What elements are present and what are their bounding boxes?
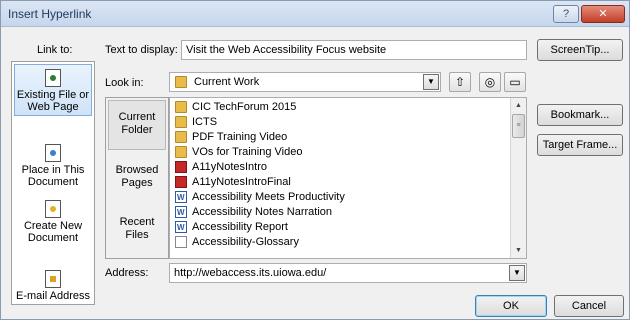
pdf-file-icon bbox=[175, 176, 187, 188]
email-icon bbox=[45, 270, 61, 288]
list-item[interactable]: Accessibility Meets Productivity bbox=[172, 191, 510, 204]
file-name: A11yNotesIntro bbox=[192, 161, 268, 173]
insert-hyperlink-dialog: Insert Hyperlink ? ✕ Link to: Text to di… bbox=[0, 0, 630, 320]
text-to-display-input[interactable]: Visit the Web Accessibility Focus websit… bbox=[181, 40, 527, 60]
list-item[interactable]: Accessibility Report bbox=[172, 221, 510, 234]
file-list-scrollbar[interactable]: ▲ ≡ ▼ bbox=[510, 98, 526, 258]
link-to-item-label: Existing File or Web Page bbox=[16, 89, 90, 113]
word-file-icon bbox=[175, 191, 187, 204]
file-name: Accessibility Report bbox=[192, 221, 288, 233]
up-folder-icon: ⇧ bbox=[454, 75, 466, 89]
folder-icon bbox=[175, 131, 187, 143]
look-in-label: Look in: bbox=[105, 77, 144, 89]
file-name: Accessibility Meets Productivity bbox=[192, 191, 345, 203]
folder-icon bbox=[175, 76, 187, 88]
file-name: VOs for Training Video bbox=[192, 146, 303, 158]
ok-button[interactable]: OK bbox=[475, 295, 547, 317]
existing-file-icon bbox=[45, 69, 61, 87]
screentip-button[interactable]: ScreenTip... bbox=[537, 39, 623, 61]
target-frame-button[interactable]: Target Frame... bbox=[537, 134, 623, 156]
chevron-down-icon: ▼ bbox=[509, 265, 525, 281]
nav-current-folder[interactable]: Current Folder bbox=[108, 100, 166, 150]
link-to-label: Link to: bbox=[37, 44, 73, 56]
list-item[interactable]: A11yNotesIntro bbox=[172, 161, 510, 174]
place-in-document-icon bbox=[45, 144, 61, 162]
word-file-icon bbox=[175, 221, 187, 234]
file-name: Accessibility-Glossary bbox=[192, 236, 299, 248]
list-item[interactable]: CIC TechForum 2015 bbox=[172, 101, 510, 114]
help-button[interactable]: ? bbox=[553, 5, 579, 23]
up-one-folder-button[interactable]: ⇧ bbox=[449, 72, 471, 92]
cancel-button[interactable]: Cancel bbox=[554, 295, 624, 317]
look-in-dropdown[interactable]: Current Work ▼ bbox=[169, 72, 441, 92]
list-item[interactable]: ICTS bbox=[172, 116, 510, 129]
open-folder-icon: ▭ bbox=[509, 75, 521, 89]
address-label: Address: bbox=[105, 267, 149, 279]
browse-web-button[interactable]: ◎ bbox=[479, 72, 501, 92]
file-list[interactable]: CIC TechForum 2015 ICTS PDF Training Vid… bbox=[169, 97, 527, 259]
title-bar: Insert Hyperlink ? ✕ bbox=[1, 1, 629, 27]
window-title: Insert Hyperlink bbox=[8, 7, 92, 21]
text-to-display-label: Text to display: bbox=[105, 44, 178, 56]
link-to-email-address[interactable]: E-mail Address bbox=[14, 266, 92, 302]
address-input[interactable]: http://webaccess.its.uiowa.edu/ ▼ bbox=[169, 263, 527, 283]
folder-icon bbox=[175, 146, 187, 158]
bookmark-button[interactable]: Bookmark... bbox=[537, 104, 623, 126]
file-name: ICTS bbox=[192, 116, 218, 128]
file-name: CIC TechForum 2015 bbox=[192, 101, 297, 113]
file-name: Accessibility Notes Narration bbox=[192, 206, 332, 218]
link-to-create-new-document[interactable]: Create New Document bbox=[14, 196, 92, 244]
folder-icon bbox=[175, 116, 187, 128]
list-item[interactable]: PDF Training Video bbox=[172, 131, 510, 144]
new-document-icon bbox=[45, 200, 61, 218]
nav-recent-files[interactable]: Recent Files bbox=[108, 210, 166, 250]
address-value: http://webaccess.its.uiowa.edu/ bbox=[174, 267, 327, 279]
scroll-down-icon[interactable]: ▼ bbox=[511, 243, 526, 258]
file-name: A11yNotesIntroFinal bbox=[192, 176, 291, 188]
link-to-item-label: Place in This Document bbox=[21, 164, 85, 188]
folder-icon bbox=[175, 101, 187, 113]
close-button[interactable]: ✕ bbox=[581, 5, 625, 23]
word-file-icon bbox=[175, 206, 187, 219]
list-item[interactable]: Accessibility-Glossary bbox=[172, 236, 510, 249]
scroll-up-icon[interactable]: ▲ bbox=[511, 98, 526, 113]
scroll-thumb[interactable]: ≡ bbox=[512, 114, 525, 138]
look-in-value: Current Work bbox=[194, 76, 260, 88]
chevron-down-icon: ▼ bbox=[423, 74, 439, 90]
link-to-panel: Existing File or Web Page Place in This … bbox=[11, 61, 95, 305]
pdf-file-icon bbox=[175, 161, 187, 173]
link-to-existing-file[interactable]: Existing File or Web Page bbox=[14, 64, 92, 116]
browse-web-icon: ◎ bbox=[484, 75, 496, 89]
file-icon bbox=[175, 236, 187, 248]
list-item[interactable]: Accessibility Notes Narration bbox=[172, 206, 510, 219]
link-to-item-label: E-mail Address bbox=[16, 290, 90, 302]
browse-file-button[interactable]: ▭ bbox=[504, 72, 526, 92]
nav-panel: Current Folder Browsed Pages Recent File… bbox=[105, 97, 169, 259]
link-to-place-in-document[interactable]: Place in This Document bbox=[14, 140, 92, 188]
file-name: PDF Training Video bbox=[192, 131, 288, 143]
nav-browsed-pages[interactable]: Browsed Pages bbox=[108, 158, 166, 198]
list-item[interactable]: VOs for Training Video bbox=[172, 146, 510, 159]
list-item[interactable]: A11yNotesIntroFinal bbox=[172, 176, 510, 189]
link-to-item-label: Create New Document bbox=[23, 220, 83, 244]
